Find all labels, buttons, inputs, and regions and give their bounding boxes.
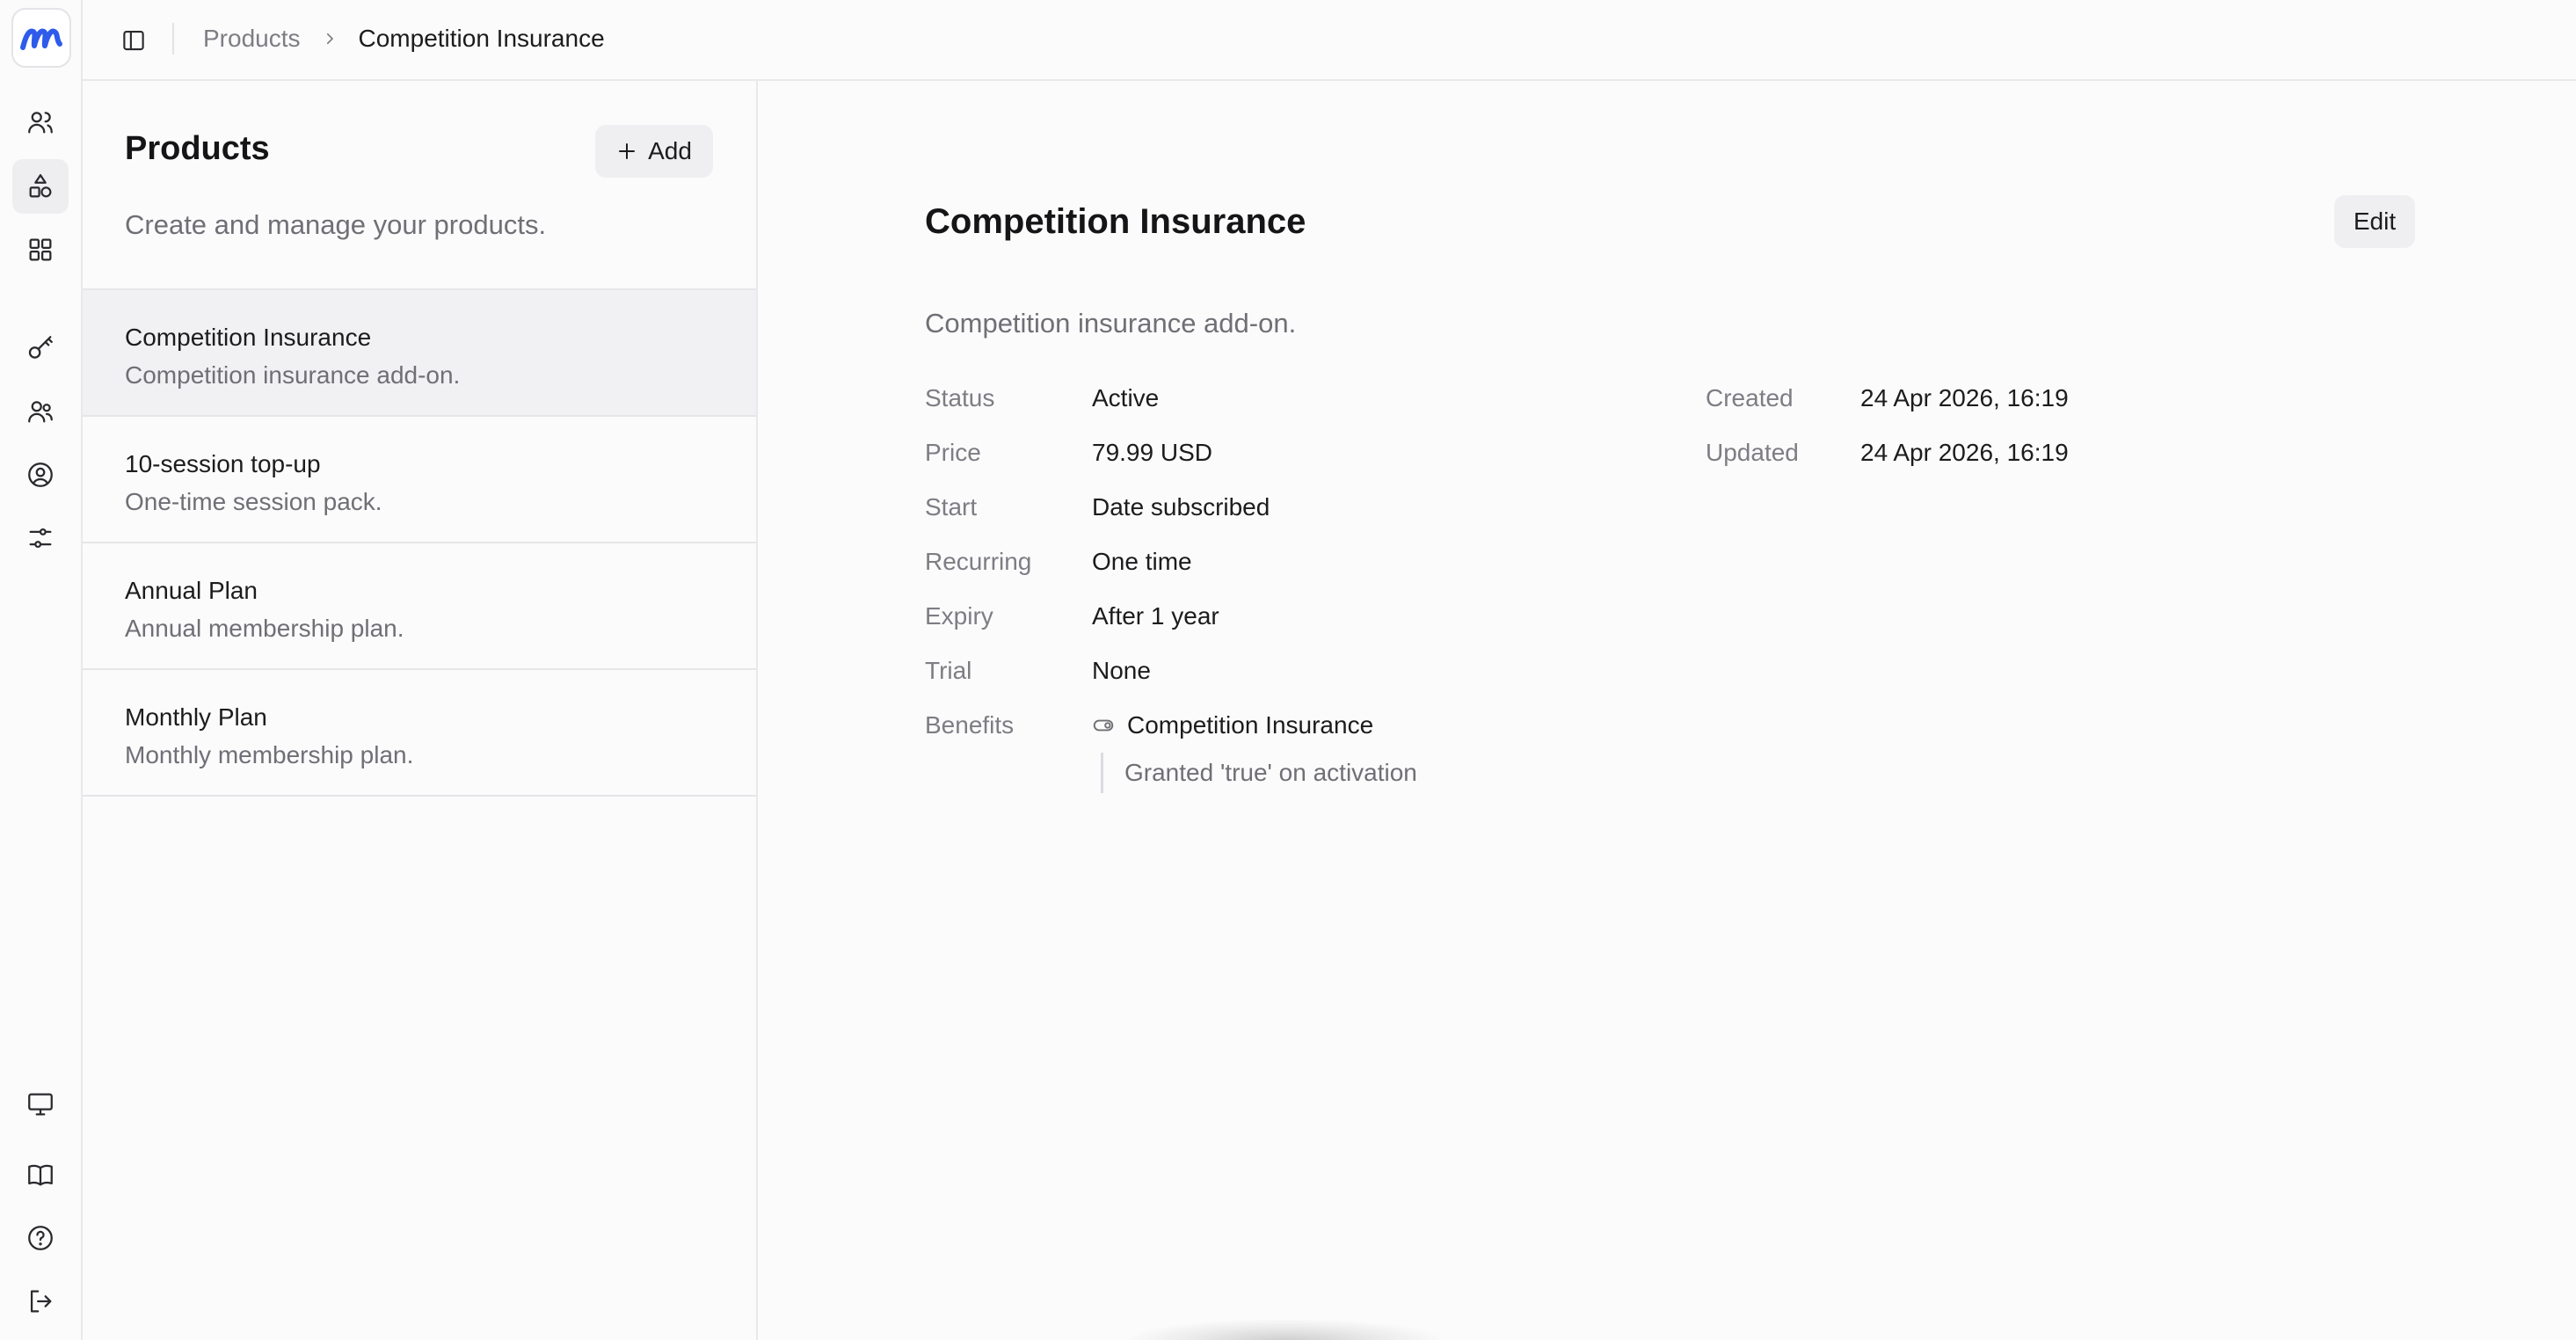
- field-value: 79.99 USD: [1092, 439, 1212, 466]
- add-button-label: Add: [648, 137, 692, 164]
- logout-icon[interactable]: [12, 1274, 69, 1329]
- sliders-icon[interactable]: [12, 511, 69, 565]
- toggle-icon: [1092, 714, 1115, 737]
- field-value: Date subscribed: [1092, 493, 1270, 521]
- topbar-divider: [172, 23, 174, 55]
- product-name: Annual Plan: [125, 577, 258, 604]
- field-value: After 1 year: [1092, 602, 1219, 630]
- field-label: Recurring: [925, 548, 1032, 575]
- product-description: Annual membership plan.: [125, 615, 404, 642]
- product-detail-panel: Competition Insurance Edit Competition i…: [758, 81, 2576, 1340]
- breadcrumb: Products Competition Insurance: [203, 0, 605, 77]
- add-product-button[interactable]: Add: [595, 125, 713, 178]
- product-item-10-session-top-up[interactable]: 10-session top-up One-time session pack.: [83, 417, 756, 543]
- meta-value: 24 Apr 2026, 16:19: [1860, 384, 2069, 411]
- user-circle-icon[interactable]: [12, 448, 69, 502]
- brand-logo-icon[interactable]: [11, 8, 71, 68]
- toast-shadow: [1127, 1319, 1444, 1340]
- field-label: Start: [925, 493, 978, 521]
- book-icon[interactable]: [12, 1147, 69, 1202]
- field-label: Benefits: [925, 711, 1015, 739]
- product-item-annual-plan[interactable]: Annual Plan Annual membership plan.: [83, 543, 756, 670]
- field-label: Trial: [925, 657, 972, 684]
- breadcrumb-current: Competition Insurance: [358, 25, 605, 52]
- benefit-name: Competition Insurance: [1127, 711, 1374, 739]
- product-description: One-time session pack.: [125, 488, 382, 515]
- product-name: Competition Insurance: [125, 324, 372, 351]
- breadcrumb-products-link[interactable]: Products: [203, 25, 301, 53]
- users-icon[interactable]: [12, 95, 69, 149]
- benefit-item: Competition Insurance: [1092, 708, 1373, 743]
- products-subtitle: Create and manage your products.: [125, 209, 547, 240]
- product-item-monthly-plan[interactable]: Monthly Plan Monthly membership plan.: [83, 670, 756, 797]
- field-value: Active: [1092, 384, 1160, 411]
- product-list-panel: Products Add Create and manage your prod…: [83, 81, 758, 1340]
- field-label: Price: [925, 439, 981, 466]
- field-label: Status: [925, 384, 995, 411]
- plus-icon: [616, 141, 637, 162]
- product-description: Competition insurance add-on.: [125, 361, 461, 389]
- meta-value: 24 Apr 2026, 16:19: [1860, 439, 2069, 466]
- meta-label: Updated: [1706, 439, 1799, 466]
- icon-rail: [0, 0, 83, 1340]
- product-detail-title: Competition Insurance: [925, 202, 1306, 241]
- top-bar: Products Competition Insurance: [83, 0, 2576, 81]
- product-item-competition-insurance[interactable]: Competition Insurance Competition insura…: [83, 290, 756, 417]
- product-list-header: Products Add Create and manage your prod…: [83, 81, 756, 290]
- products-heading: Products: [125, 130, 270, 167]
- app-root: Products Competition Insurance Products …: [0, 0, 2576, 1340]
- field-value: One time: [1092, 548, 1192, 575]
- field-value: None: [1092, 657, 1151, 684]
- product-name: Monthly Plan: [125, 703, 267, 731]
- monitor-icon[interactable]: [12, 1077, 69, 1132]
- help-icon[interactable]: [12, 1211, 69, 1265]
- sidebar-toggle-icon[interactable]: [114, 21, 153, 60]
- chevron-right-icon: [322, 31, 338, 47]
- key-icon[interactable]: [12, 321, 69, 375]
- grid-icon[interactable]: [12, 222, 69, 277]
- product-name: 10-session top-up: [125, 450, 321, 477]
- shapes-icon[interactable]: [12, 159, 69, 214]
- product-detail-description: Competition insurance add-on.: [925, 308, 1297, 339]
- product-description: Monthly membership plan.: [125, 741, 414, 768]
- benefit-note: Granted 'true' on activation: [1101, 753, 1417, 793]
- meta-label: Created: [1706, 384, 1794, 411]
- group-icon[interactable]: [12, 384, 69, 439]
- field-label: Expiry: [925, 602, 993, 630]
- edit-product-button[interactable]: Edit: [2334, 195, 2415, 248]
